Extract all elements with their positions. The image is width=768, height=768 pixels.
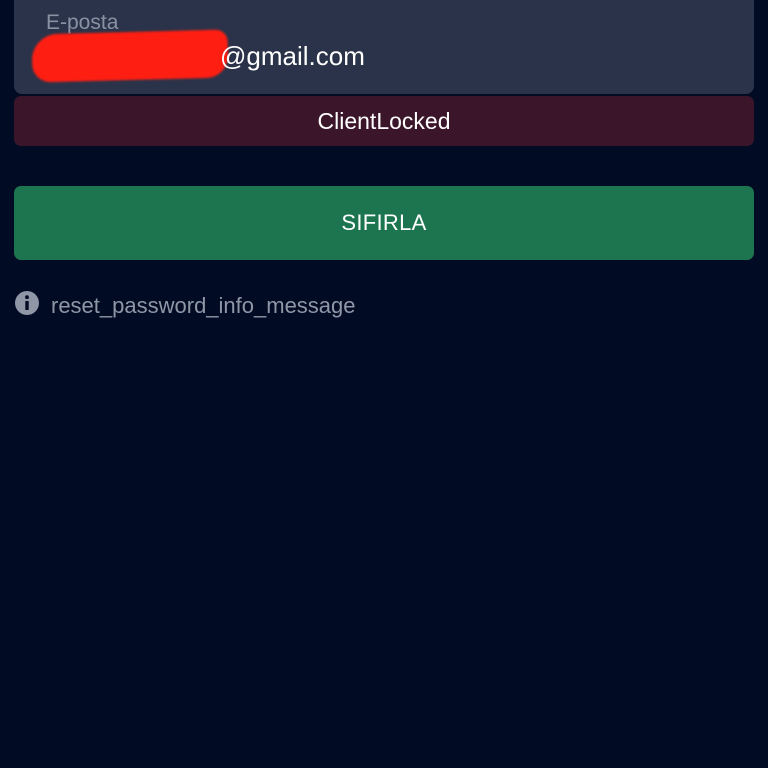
error-banner: ClientLocked (14, 96, 754, 146)
info-message: reset_password_info_message (51, 293, 356, 318)
reset-password-screen: E-posta @gmail.com ClientLocked SIFIRLA … (0, 0, 768, 768)
email-field[interactable]: E-posta @gmail.com (14, 0, 754, 94)
info-row: reset_password_info_message (14, 290, 356, 318)
email-value-row: @gmail.com (31, 29, 365, 83)
reset-button[interactable]: SIFIRLA (14, 186, 754, 260)
email-field-value[interactable]: @gmail.com (220, 41, 365, 72)
email-field-label: E-posta (46, 11, 119, 34)
error-message: ClientLocked (317, 107, 451, 134)
reset-button-label: SIFIRLA (341, 210, 427, 235)
info-icon (15, 291, 39, 315)
redaction-mark (31, 29, 229, 83)
